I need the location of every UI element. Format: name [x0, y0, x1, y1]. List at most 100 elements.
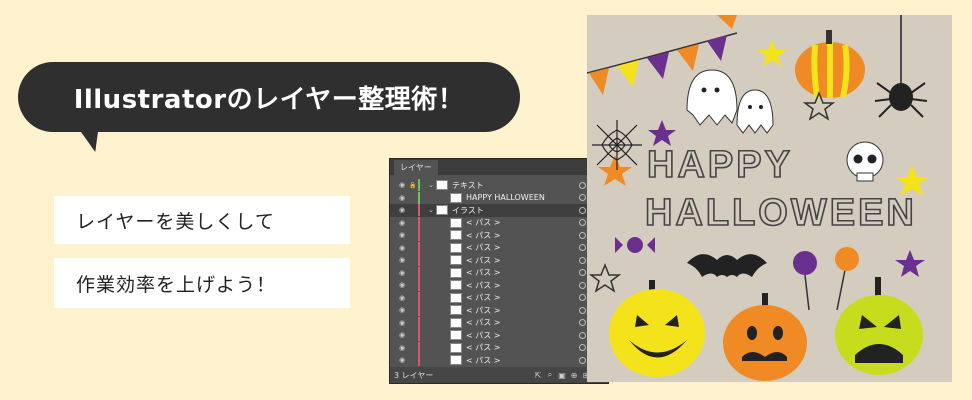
expand-chevron-icon[interactable]: ⌄: [426, 181, 436, 189]
layer-row[interactable]: ◉ 🔒 ⌄ テキスト: [390, 179, 596, 192]
layer-color-bar: [418, 204, 420, 217]
layer-label: テキスト: [452, 180, 484, 190]
layer-color-bar: [418, 291, 420, 304]
visibility-eye-icon[interactable]: ◉: [396, 194, 408, 202]
layer-row-path[interactable]: ◉ < パス >: [390, 291, 596, 305]
layer-color-bar: [418, 316, 420, 329]
layer-label: < パス >: [466, 330, 501, 340]
layer-label: イラスト: [452, 205, 484, 215]
happy-text: HAPPY: [647, 144, 793, 186]
visibility-eye-icon[interactable]: ◉: [396, 206, 408, 214]
subtitle-text-1: レイヤーを美しくして: [76, 210, 275, 233]
layer-color-bar: [418, 354, 420, 367]
layer-row[interactable]: ◉ ⌄ イラスト: [390, 204, 596, 217]
visibility-eye-icon[interactable]: ◉: [396, 319, 408, 327]
target-circle-icon[interactable]: [579, 356, 586, 364]
layer-thumbnail: [450, 230, 462, 241]
target-circle-icon[interactable]: [579, 244, 586, 252]
layer-label: < パス >: [466, 218, 501, 228]
target-circle-icon[interactable]: [579, 231, 586, 239]
layer-color-bar: [418, 216, 420, 229]
target-circle-icon[interactable]: [579, 206, 586, 214]
layer-count: 3 レイヤー: [394, 370, 434, 380]
layer-label: < パス >: [466, 243, 501, 253]
layer-label: < パス >: [466, 255, 501, 265]
layer-list: ◉ 🔒 ⌄ テキスト ◉ HAPPY HALLOWEEN ◉ ⌄ イラスト ◉ < パス > ◉ < パ…: [390, 179, 596, 367]
halloween-illustration: HAPPY HALLOWEEN: [587, 15, 952, 382]
subtitle-card-1: レイヤーを美しくして: [54, 196, 350, 244]
layer-color-bar: [418, 279, 420, 292]
layer-thumbnail: [450, 305, 462, 316]
layer-color-bar: [418, 341, 420, 354]
lock-icon[interactable]: 🔒: [408, 182, 418, 189]
layer-thumbnail: [450, 217, 462, 228]
target-circle-icon[interactable]: [579, 194, 586, 202]
subtitle-text-2: 作業効率を上げよう！: [76, 273, 277, 296]
target-circle-icon[interactable]: [579, 331, 586, 339]
target-circle-icon[interactable]: [579, 306, 586, 314]
layers-tab[interactable]: レイヤー: [394, 159, 438, 175]
layer-row-path[interactable]: ◉ < パス >: [390, 354, 596, 367]
layer-thumbnail: [450, 317, 462, 328]
layer-thumbnail: [436, 180, 448, 191]
visibility-eye-icon[interactable]: ◉: [396, 181, 408, 189]
visibility-eye-icon[interactable]: ◉: [396, 219, 408, 227]
layer-thumbnail: [450, 342, 462, 353]
target-circle-icon[interactable]: [579, 181, 586, 189]
visibility-eye-icon[interactable]: ◉: [396, 294, 408, 302]
search-icon[interactable]: ⌕: [544, 370, 556, 380]
visibility-eye-icon[interactable]: ◉: [396, 356, 408, 364]
layer-row-path[interactable]: ◉ < パス >: [390, 241, 596, 255]
layer-row-path[interactable]: ◉ < パス >: [390, 329, 596, 342]
new-sublayer-icon[interactable]: ⊕: [568, 371, 580, 380]
layer-label: < パス >: [466, 305, 501, 315]
target-circle-icon[interactable]: [579, 344, 586, 352]
visibility-eye-icon[interactable]: ◉: [396, 231, 408, 239]
layer-row-path[interactable]: ◉ < パス >: [390, 341, 596, 355]
visibility-eye-icon[interactable]: ◉: [396, 344, 408, 352]
halloween-text: HALLOWEEN: [645, 192, 917, 234]
layer-label: < パス >: [466, 318, 501, 328]
visibility-eye-icon[interactable]: ◉: [396, 244, 408, 252]
layer-thumbnail: [450, 280, 462, 291]
layer-row-text[interactable]: ◉ HAPPY HALLOWEEN: [390, 191, 596, 205]
layer-color-bar: [418, 191, 420, 204]
layer-thumbnail: [450, 255, 462, 266]
clip-icon[interactable]: ▣: [556, 371, 568, 380]
layers-panel: レイヤー ≡ ◉🔒⌄テキスト◉HAPPY HALLOWEEN◉⌄イラスト◉< パ…: [389, 158, 609, 384]
target-circle-icon[interactable]: [579, 269, 586, 277]
visibility-eye-icon[interactable]: ◉: [396, 269, 408, 277]
layer-color-bar: [418, 229, 420, 242]
layer-label: < パス >: [466, 280, 501, 290]
target-circle-icon[interactable]: [579, 281, 586, 289]
layer-thumbnail: [450, 292, 462, 303]
layer-thumbnail: [450, 330, 462, 341]
layer-thumbnail: [450, 242, 462, 253]
layer-color-bar: [418, 266, 420, 279]
layer-row-path[interactable]: ◉ < パス >: [390, 216, 596, 230]
expand-chevron-icon[interactable]: ⌄: [426, 206, 436, 214]
layer-row-path[interactable]: ◉ < パス >: [390, 304, 596, 317]
export-icon[interactable]: ⇱: [532, 371, 544, 380]
target-circle-icon[interactable]: [579, 256, 586, 264]
target-circle-icon[interactable]: [579, 319, 586, 327]
layer-row-path[interactable]: ◉ < パス >: [390, 266, 596, 280]
layer-thumbnail: [450, 192, 462, 203]
target-circle-icon[interactable]: [579, 219, 586, 227]
target-circle-icon[interactable]: [579, 294, 586, 302]
layer-color-bar: [418, 304, 420, 317]
layer-color-bar: [418, 329, 420, 342]
layer-color-bar: [418, 241, 420, 254]
visibility-eye-icon[interactable]: ◉: [396, 256, 408, 264]
layer-row-path[interactable]: ◉ < パス >: [390, 254, 596, 267]
headline-bubble: Illustratorのレイヤー整理術！: [18, 62, 520, 132]
visibility-eye-icon[interactable]: ◉: [396, 331, 408, 339]
layer-label: < パス >: [466, 293, 501, 303]
panel-footer: 3 レイヤー ⇱ ⌕ ▣ ⊕ ⊞ 🗑: [390, 367, 608, 383]
layer-row-path[interactable]: ◉ < パス >: [390, 316, 596, 330]
visibility-eye-icon[interactable]: ◉: [396, 306, 408, 314]
layer-row-path[interactable]: ◉ < パス >: [390, 229, 596, 242]
layer-color-bar: [418, 179, 420, 192]
visibility-eye-icon[interactable]: ◉: [396, 281, 408, 289]
layer-row-path[interactable]: ◉ < パス >: [390, 279, 596, 292]
